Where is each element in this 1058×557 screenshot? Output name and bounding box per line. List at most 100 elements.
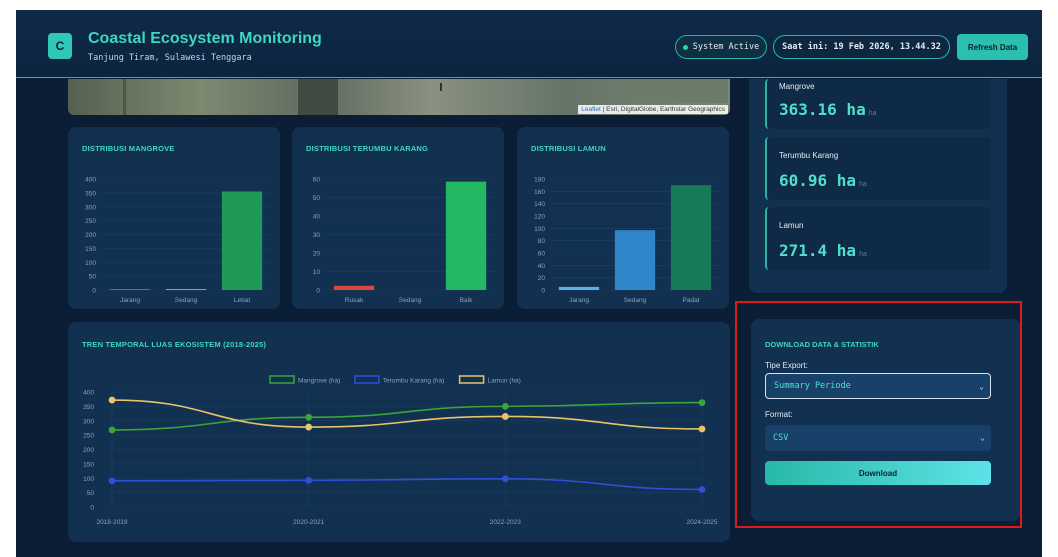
bar	[558, 286, 600, 290]
data-point	[698, 425, 706, 433]
stat-value: 271.4 ha ha	[779, 241, 867, 260]
x-tick-label: Sedang	[399, 297, 422, 304]
data-point	[305, 413, 313, 421]
data-point	[305, 423, 313, 431]
y-tick-label: 100	[85, 260, 96, 267]
highlight-box	[735, 301, 1022, 528]
app-location: Tanjung Tiram, Sulawesi Tenggara	[88, 53, 252, 63]
x-tick-label: 2022-2023	[490, 519, 521, 526]
legend-swatch	[458, 375, 485, 384]
stat-card-coral: Terumbu Karang 60.96 ha ha	[765, 137, 991, 200]
trend-line-chart: 0 50 100 150 200 250 300 350 400 2018-2019 2020-20…	[83, 375, 718, 526]
coral-bar-chart: 0 10 20 30 40 50 60 Rusak Sedang Baik	[313, 177, 494, 304]
stat-value: 60.96 ha ha	[779, 171, 867, 190]
x-tick-label: Sedang	[624, 297, 647, 304]
y-tick-label: 40	[313, 214, 321, 221]
leaflet-link[interactable]: Leaflet	[581, 106, 601, 113]
y-tick-label: 250	[85, 218, 96, 225]
data-point	[698, 399, 706, 406]
app-title: Coastal Ecosystem Monitoring	[88, 30, 322, 47]
y-tick-label: 350	[85, 190, 96, 197]
y-tick-label: 100	[534, 226, 545, 233]
stat-unit: ha	[859, 251, 867, 258]
y-tick-label: 50	[313, 195, 321, 202]
legend-label: Lamun (ha)	[488, 378, 521, 385]
bar	[445, 181, 487, 290]
y-tick-label: 300	[85, 204, 96, 211]
legend-label: Terumbu Karang (ha)	[383, 378, 444, 385]
y-tick-label: 160	[534, 189, 545, 196]
app-header: C Coastal Ecosystem Monitoring Tanjung T…	[16, 10, 1042, 78]
y-tick-label: 40	[538, 263, 546, 270]
x-tick-label: Jarang	[120, 297, 140, 304]
y-tick-label: 250	[83, 433, 94, 440]
app-logo: C	[48, 33, 72, 59]
y-tick-label: 30	[313, 232, 321, 239]
y-tick-label: 0	[92, 288, 96, 295]
coral-chart-card: DISTRIBUSI TERUMBU KARANG 0 10 20 30 40 50 60 R…	[292, 127, 504, 309]
status-label: System Active	[692, 42, 760, 52]
series-line	[111, 478, 703, 491]
stat-value: 363.16 ha ha	[779, 100, 877, 119]
stat-card-mangrove: Mangrove 363.16 ha ha	[765, 79, 991, 129]
y-tick-label: 50	[89, 274, 97, 281]
x-tick-label: Sedang	[175, 297, 198, 304]
data-point	[108, 477, 116, 485]
seagrass-chart-card: DISTRIBUSI LAMUN 0 20 40 60 80 100 120 140 160 18…	[517, 127, 729, 309]
y-tick-label: 150	[83, 461, 94, 468]
stat-label: Lamun	[779, 221, 804, 230]
y-tick-label: 60	[313, 177, 321, 184]
x-tick-label: Rusak	[345, 297, 364, 304]
stat-unit: ha	[859, 181, 867, 188]
dashboard-screen: C Coastal Ecosystem Monitoring Tanjung T…	[16, 10, 1042, 557]
data-point	[305, 476, 313, 484]
y-tick-label: 80	[538, 238, 546, 245]
refresh-data-button[interactable]: Refresh Data	[957, 34, 1028, 60]
bar	[333, 285, 375, 290]
legend-swatch	[269, 375, 295, 384]
bar	[614, 230, 656, 290]
x-tick-label: Lebat	[234, 297, 250, 304]
data-point	[698, 486, 706, 493]
bar	[221, 191, 263, 290]
map-attribution: Leaflet | Esri, DigitalGlobe, Earthstar …	[578, 105, 728, 114]
y-tick-label: 140	[534, 201, 545, 208]
mangrove-chart-card: DISTRIBUSI MANGROVE 0 50 100 150 200 250 300 35…	[68, 127, 280, 309]
y-tick-label: 400	[83, 390, 94, 397]
y-tick-label: 10	[313, 269, 321, 276]
x-tick-label: Baik	[460, 297, 473, 304]
y-tick-label: 200	[83, 447, 94, 454]
y-tick-label: 100	[83, 476, 94, 483]
y-tick-label: 300	[83, 418, 94, 425]
y-tick-label: 0	[90, 505, 94, 512]
x-tick-label: 2020-2021	[293, 519, 324, 526]
x-tick-label: 2024-2025	[686, 519, 717, 526]
trend-chart-card: TREN TEMPORAL LUAS EKOSISTEM (2018-2025)…	[68, 322, 730, 542]
stat-unit: ha	[868, 110, 877, 117]
y-tick-label: 50	[87, 490, 95, 497]
mangrove-bar-chart: 0 50 100 150 200 250 300 350 400 Jarang Sedang Leba…	[85, 177, 270, 304]
data-point	[108, 396, 116, 404]
current-time: Saat ini: 19 Feb 2026, 13.44.32	[773, 35, 950, 59]
map-attribution-text: | Esri, DigitalGlobe, Earthstar Geograph…	[600, 106, 725, 113]
map-view[interactable]: Leaflet | Esri, DigitalGlobe, Earthstar …	[68, 79, 730, 115]
bar	[670, 185, 712, 290]
stat-label: Terumbu Karang	[779, 151, 839, 160]
y-tick-label: 20	[313, 251, 321, 258]
bar	[165, 289, 207, 290]
legend-label: Mangrove (ha)	[298, 378, 340, 385]
x-tick-label: Padat	[683, 297, 700, 304]
stat-label: Mangrove	[779, 82, 815, 91]
status-badge: System Active	[675, 35, 767, 59]
y-tick-label: 400	[85, 177, 96, 184]
y-tick-label: 350	[83, 404, 94, 411]
x-tick-label: Jarang	[569, 297, 589, 304]
series-line	[111, 401, 703, 431]
y-tick-label: 0	[316, 288, 320, 295]
y-tick-label: 120	[534, 214, 545, 221]
x-tick-label: 2018-2019	[96, 519, 127, 526]
y-tick-label: 200	[85, 232, 96, 239]
legend-swatch	[354, 375, 380, 384]
y-tick-label: 180	[534, 177, 545, 184]
bar	[109, 289, 151, 290]
